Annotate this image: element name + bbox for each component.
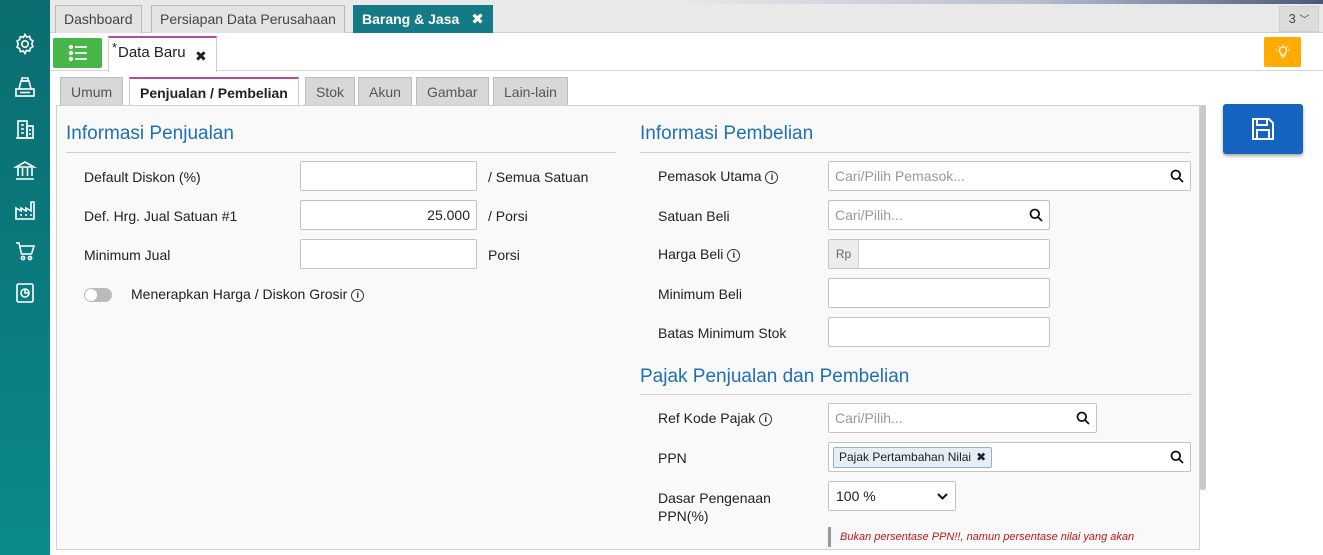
- building-icon[interactable]: [11, 116, 39, 142]
- tab-lain-lain[interactable]: Lain-lain: [493, 77, 568, 106]
- divider: [640, 152, 1191, 153]
- divider: [640, 394, 1191, 395]
- ppn-multiselect[interactable]: Pajak Pertambahan Nilai ✖: [828, 442, 1191, 472]
- tab-dashboard[interactable]: Dashboard: [55, 5, 142, 33]
- divider: [66, 152, 616, 153]
- cart-icon[interactable]: [11, 238, 39, 264]
- list-menu-button[interactable]: [53, 38, 102, 68]
- search-icon[interactable]: [1170, 169, 1184, 183]
- report-icon[interactable]: [11, 280, 39, 306]
- ref-kode-pajak-input[interactable]: Cari/Pilih...: [828, 403, 1097, 433]
- save-button[interactable]: [1223, 104, 1303, 154]
- toggle-knob: [85, 289, 97, 301]
- label-harga-grosir: Menerapkan Harga / Diskon Grosir i: [131, 286, 365, 302]
- save-icon: [1252, 118, 1274, 140]
- info-icon[interactable]: i: [351, 289, 365, 302]
- hint-button[interactable]: [1264, 37, 1301, 67]
- section-title-pajak: Pajak Penjualan dan Pembelian: [640, 366, 910, 387]
- search-icon[interactable]: [1170, 450, 1184, 464]
- tab-overflow-dropdown[interactable]: 3 ﹀: [1279, 6, 1319, 32]
- search-icon[interactable]: [1029, 208, 1043, 222]
- label-def-harga-jual: Def. Hrg. Jual Satuan #1: [84, 208, 238, 224]
- unsaved-marker: *: [112, 40, 118, 55]
- satuan-beli-input[interactable]: Cari/Pilih...: [828, 200, 1050, 230]
- close-icon[interactable]: ✖: [471, 11, 484, 28]
- tab-persiapan-data-perusahaan[interactable]: Persiapan Data Perusahaan: [151, 5, 345, 33]
- document-toolbar: * Data Baru ✖: [50, 33, 1323, 72]
- tab-barang-jasa[interactable]: Barang & Jasa ✖: [353, 5, 493, 33]
- label-minimum-beli: Minimum Beli: [658, 286, 743, 302]
- close-icon[interactable]: ✖: [195, 48, 207, 65]
- unit-semua-satuan: / Semua Satuan: [488, 169, 589, 185]
- bank-icon[interactable]: [11, 157, 39, 183]
- def-harga-jual-input[interactable]: 25.000: [300, 200, 477, 230]
- tab-akun[interactable]: Akun: [358, 77, 412, 106]
- label-satuan-beli: Satuan Beli: [658, 208, 730, 224]
- ppn-base-note: Bukan persentase PPN!!, namun persentase…: [828, 527, 1134, 547]
- ppn-chip: Pajak Pertambahan Nilai ✖: [833, 447, 993, 468]
- unit-porsi-min: Porsi: [488, 247, 520, 263]
- tab-umum[interactable]: Umum: [60, 77, 124, 106]
- sidebar: [0, 0, 50, 555]
- close-icon[interactable]: ✖: [976, 450, 986, 464]
- list-icon: [68, 44, 87, 62]
- currency-prefix: Rp: [829, 240, 859, 268]
- label-pemasok-utama: Pemasok Utama i: [658, 168, 779, 184]
- panel-scrollbar[interactable]: [1200, 105, 1206, 490]
- chevron-down-icon: [937, 493, 948, 500]
- section-title-pembelian: Informasi Pembelian: [640, 123, 814, 144]
- label-dasar-pengenaan-ppn: Dasar Pengenaan PPN(%): [658, 490, 771, 524]
- top-tab-bar: Dashboard Persiapan Data Perusahaan Bara…: [50, 0, 1323, 33]
- label-ppn: PPN: [658, 450, 687, 466]
- default-diskon-input[interactable]: [300, 161, 477, 191]
- gear-icon[interactable]: [11, 31, 39, 57]
- tab-penjualan-pembelian[interactable]: Penjualan / Pembelian: [129, 77, 299, 107]
- tab-gambar[interactable]: Gambar: [416, 77, 489, 106]
- info-icon[interactable]: i: [765, 171, 779, 184]
- label-harga-beli: Harga Beli i: [658, 246, 741, 262]
- chevron-down-icon: ﹀: [1299, 15, 1310, 26]
- doc-tab-title: Data Baru: [118, 44, 186, 61]
- minimum-beli-input[interactable]: [828, 278, 1050, 308]
- form-panel: Informasi Penjualan Default Diskon (%) /…: [56, 105, 1200, 550]
- bulb-icon: [1275, 44, 1290, 58]
- wholesale-toggle[interactable]: [84, 288, 112, 302]
- search-icon[interactable]: [1076, 411, 1090, 425]
- label-default-diskon: Default Diskon (%): [84, 169, 201, 185]
- batas-minimum-stok-input[interactable]: [828, 317, 1050, 347]
- label-minimum-jual: Minimum Jual: [84, 247, 171, 263]
- dasar-pengenaan-ppn-select[interactable]: 100 %: [828, 481, 956, 511]
- section-title-penjualan: Informasi Penjualan: [66, 123, 234, 144]
- harga-beli-input[interactable]: Rp: [828, 239, 1050, 269]
- label-batas-minimum-stok: Batas Minimum Stok: [658, 325, 787, 341]
- header-strip: [690, 0, 1323, 4]
- pemasok-utama-input[interactable]: Cari/Pilih Pemasok...: [828, 161, 1191, 191]
- content-area: * Data Baru ✖ Umum Penjualan / Pembelian…: [50, 33, 1323, 555]
- factory-icon[interactable]: [11, 197, 39, 223]
- cash-register-icon[interactable]: [11, 74, 39, 100]
- label-ref-kode-pajak: Ref Kode Pajak i: [658, 410, 773, 426]
- doc-tab-data-baru[interactable]: * Data Baru ✖: [108, 36, 217, 72]
- minimum-jual-input[interactable]: [300, 239, 477, 269]
- info-icon[interactable]: i: [727, 249, 741, 262]
- unit-porsi: / Porsi: [488, 208, 528, 224]
- tab-stok[interactable]: Stok: [305, 77, 356, 106]
- info-icon[interactable]: i: [759, 413, 773, 426]
